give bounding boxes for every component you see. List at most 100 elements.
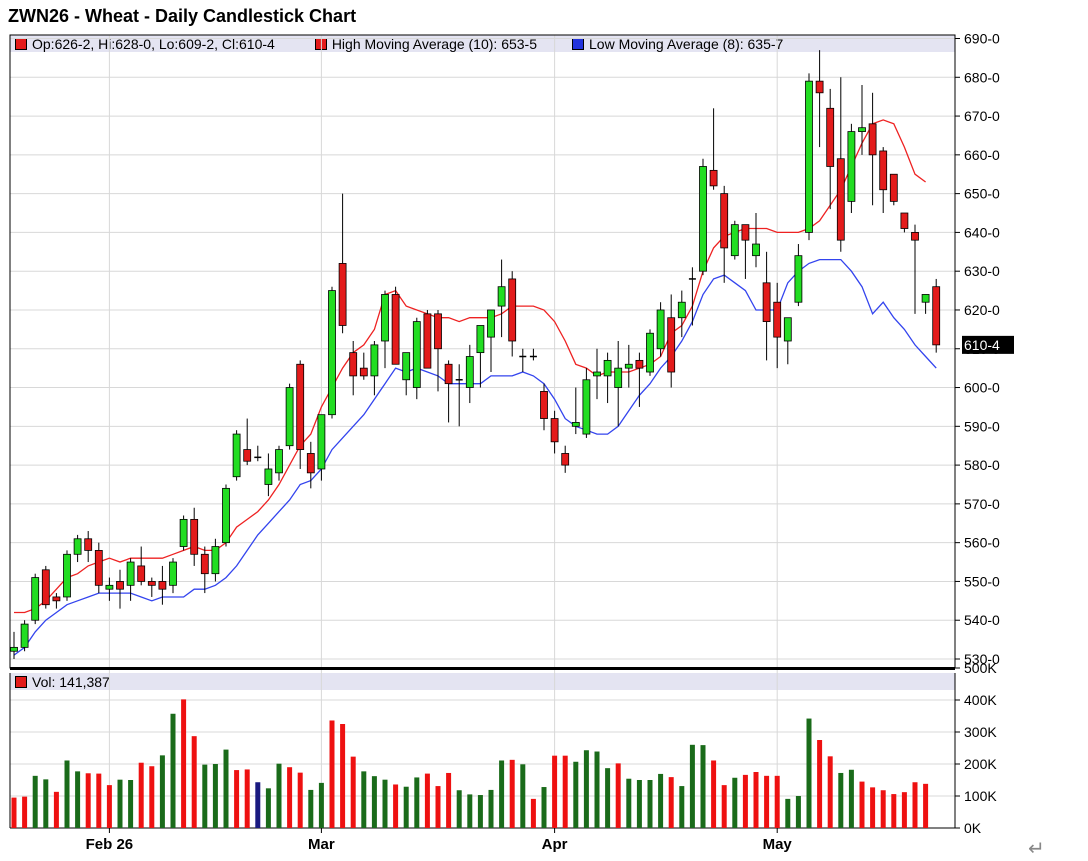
price-tick-label: 580-0 xyxy=(964,457,1000,473)
candle-body xyxy=(200,553,209,575)
volume-bar xyxy=(234,770,240,828)
date-label: Apr xyxy=(542,836,568,853)
candle-body xyxy=(370,344,379,377)
last-price-label: 610-4 xyxy=(964,337,1000,353)
volume-bar xyxy=(774,775,780,828)
price-tick-label: 660-0 xyxy=(964,147,1000,163)
candle-body xyxy=(359,367,368,377)
price-tick-label: 650-0 xyxy=(964,186,1000,202)
candle-body xyxy=(105,584,114,590)
candle-body xyxy=(911,232,919,241)
volume-bar xyxy=(764,775,770,828)
volume-bar xyxy=(530,798,536,828)
volume-bar xyxy=(212,764,218,828)
candle-body xyxy=(434,313,442,350)
candle-body xyxy=(635,359,644,369)
price-tick-label: 590-0 xyxy=(964,418,1000,434)
volume-bar xyxy=(202,764,208,828)
price-tick-label: 540-0 xyxy=(964,612,1000,628)
candle-body xyxy=(741,224,750,241)
candle-body xyxy=(349,352,358,377)
price-tick-label: 630-0 xyxy=(964,263,1000,279)
candle-body xyxy=(709,169,718,187)
candle-body xyxy=(275,449,283,474)
candle-body xyxy=(550,418,559,443)
candle-body xyxy=(879,150,888,191)
candle-body xyxy=(921,294,930,303)
candle-body xyxy=(847,131,856,202)
candle-body xyxy=(41,569,50,606)
candle-body xyxy=(232,433,241,478)
volume-bar xyxy=(75,771,81,828)
candle-body xyxy=(783,317,792,342)
volume-bar xyxy=(658,773,664,828)
volume-bar xyxy=(636,780,642,828)
volume-bar xyxy=(43,779,49,828)
price-tick-label: 640-0 xyxy=(964,224,1000,240)
volume-bar xyxy=(806,718,812,828)
volume-bar xyxy=(573,761,579,828)
candle-body xyxy=(423,313,432,369)
volume-bar xyxy=(382,779,388,828)
volume-bar xyxy=(870,787,876,828)
volume-bar xyxy=(350,756,356,828)
volume-bar xyxy=(753,772,759,828)
volume-bar xyxy=(329,720,335,828)
candle-body xyxy=(190,518,199,555)
candle-body xyxy=(730,224,739,257)
candle-body xyxy=(328,290,336,416)
candle-body xyxy=(317,414,326,470)
volume-bar xyxy=(615,763,621,828)
candle-body xyxy=(285,387,294,447)
candle-body xyxy=(169,561,177,586)
volume-bar xyxy=(700,745,706,828)
volume-bar xyxy=(817,740,823,828)
candle-body xyxy=(603,359,612,377)
volume-bar xyxy=(371,776,377,828)
volume-bar xyxy=(689,744,695,828)
volume-bar xyxy=(679,786,685,828)
candle-body xyxy=(381,294,389,342)
volume-bar xyxy=(488,789,494,828)
candle-body xyxy=(815,80,824,94)
volume-bar xyxy=(785,798,791,828)
candle-body xyxy=(306,453,315,474)
candle-body xyxy=(402,352,411,381)
volume-bar xyxy=(435,786,441,828)
volume-bar xyxy=(318,782,324,828)
candle-body xyxy=(476,325,485,354)
volume-bar xyxy=(711,760,717,828)
candle-body xyxy=(338,263,347,326)
volume-bar xyxy=(901,792,907,828)
volume-bar xyxy=(181,699,187,828)
candle-body xyxy=(412,321,421,388)
volume-bar xyxy=(340,724,346,828)
volume-bar xyxy=(880,790,886,828)
volume-bar xyxy=(170,713,176,828)
candle-body xyxy=(52,596,61,602)
low-ma-line xyxy=(13,258,937,656)
volume-tick-label: 200K xyxy=(964,756,997,772)
candle-body xyxy=(752,243,760,257)
volume-bar xyxy=(393,784,399,828)
return-glyph: ↵ xyxy=(1028,838,1045,860)
price-tick-label: 670-0 xyxy=(964,108,1000,124)
volume-bar xyxy=(297,772,303,828)
volume-tick-label: 0K xyxy=(964,820,982,836)
volume-tick-label: 100K xyxy=(964,788,997,804)
volume-bar xyxy=(414,777,420,828)
candle-body xyxy=(762,282,771,323)
volume-bar xyxy=(308,789,314,828)
volume-bar xyxy=(287,767,293,828)
candle-body xyxy=(147,581,156,586)
candle-body xyxy=(391,294,400,365)
volume-bar xyxy=(732,777,738,828)
volume-bar xyxy=(467,794,473,828)
volume-bar xyxy=(106,785,112,828)
candle-body xyxy=(540,391,548,419)
volume-bar xyxy=(499,760,505,828)
volume-bar xyxy=(276,763,282,828)
candle-body xyxy=(158,581,167,590)
candle-body xyxy=(667,317,676,373)
date-label: Feb 26 xyxy=(86,836,134,853)
